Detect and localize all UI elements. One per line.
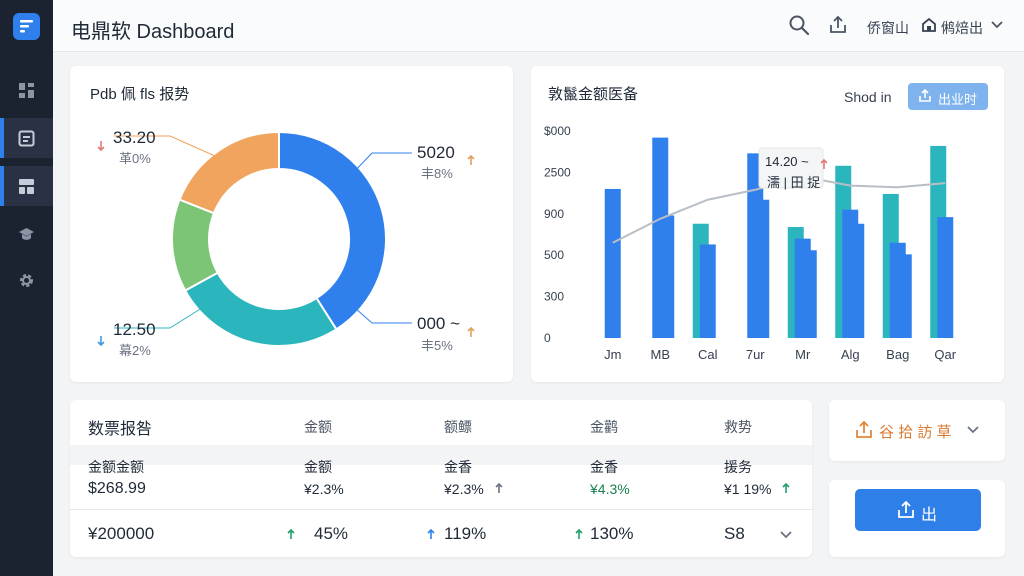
y-tick-label: 500 xyxy=(544,248,564,262)
trend-up-icon xyxy=(575,528,583,539)
table-cell: S8 xyxy=(724,524,745,543)
x-tick-label: Alg xyxy=(841,347,860,362)
logo-icon xyxy=(20,20,33,33)
column-header[interactable]: 金鹳 xyxy=(590,417,618,437)
trend-down-icon xyxy=(97,336,105,347)
dropdown-label[interactable]: 谷 拾 訪 草 xyxy=(879,421,952,442)
x-tick-label: Cal xyxy=(698,347,718,362)
page-title: 电鼎软 Dashboard xyxy=(71,21,235,43)
donut-label-value: 12.50 xyxy=(113,320,156,339)
export-icon xyxy=(856,421,872,438)
trend-up-icon xyxy=(467,326,475,337)
sidebar xyxy=(0,0,53,576)
bar[interactable] xyxy=(604,188,621,338)
chart-tooltip-value: 14.20 ~ xyxy=(765,154,809,169)
table-cell: ¥200000 xyxy=(88,524,155,543)
layout-icon xyxy=(19,179,34,194)
nav-item-dashboard[interactable] xyxy=(0,70,53,110)
trend-up-icon xyxy=(820,158,828,169)
nav-item-documents[interactable] xyxy=(0,118,53,158)
top-header: 电鼎软 Dashboard 侨窗山 鸺焙出 xyxy=(53,0,1024,52)
y-tick-label: $000 xyxy=(544,124,571,138)
donut-slice[interactable] xyxy=(278,130,387,331)
column-header[interactable]: 救势 xyxy=(724,417,752,437)
column-header[interactable]: 额鳔 xyxy=(444,417,472,437)
table-cell: 金香 xyxy=(444,459,472,475)
table-cell: 援务 xyxy=(724,459,752,475)
chart-tooltip-label: 濡 | 田 捉 xyxy=(767,175,821,190)
donut-label-value: 33.20 xyxy=(113,128,156,147)
x-tick-label: Mr xyxy=(795,347,811,362)
table-cell: 金额 xyxy=(304,459,332,475)
app-logo[interactable] xyxy=(13,13,40,40)
table-cell: 金香 xyxy=(590,459,618,475)
donut-label-pct: 幕2% xyxy=(119,343,151,358)
table-divider xyxy=(70,445,812,465)
donut-slice[interactable] xyxy=(171,198,220,292)
nav-item-layout[interactable] xyxy=(0,166,53,206)
bar[interactable] xyxy=(937,217,954,338)
table-cell: ¥2.3% xyxy=(444,481,484,497)
trend-up-icon xyxy=(427,528,435,539)
hat-icon xyxy=(19,228,34,240)
table-cell: 45% xyxy=(314,524,349,543)
bar[interactable] xyxy=(753,199,770,338)
table-cell: 119% xyxy=(444,524,487,543)
user-menu-label[interactable]: 鸺焙出 xyxy=(941,18,983,38)
document-icon xyxy=(18,130,35,147)
home-icon xyxy=(922,17,936,32)
x-tick-label: Jm xyxy=(604,347,621,362)
share-icon[interactable] xyxy=(827,14,849,36)
bar[interactable] xyxy=(658,215,675,338)
data-table-card xyxy=(70,400,812,557)
y-tick-label: 300 xyxy=(544,290,564,304)
action-label: 出 xyxy=(921,507,938,524)
chevron-down-icon[interactable] xyxy=(779,530,793,540)
y-tick-label: 2500 xyxy=(544,165,571,179)
y-tick-label: 900 xyxy=(544,207,564,221)
x-tick-label: Qar xyxy=(934,347,956,362)
donut-slice[interactable] xyxy=(183,271,338,347)
trend-up-icon xyxy=(287,528,295,539)
column-header[interactable]: 金额 xyxy=(304,417,332,437)
grid-icon xyxy=(19,83,34,98)
y-tick-label: 0 xyxy=(544,331,551,345)
chevron-down-icon[interactable] xyxy=(990,20,1004,30)
bar[interactable] xyxy=(895,254,912,338)
search-icon[interactable] xyxy=(788,14,810,36)
x-tick-label: MB xyxy=(651,347,671,362)
donut-label-value: 000 ~ xyxy=(417,314,461,333)
trend-up-icon xyxy=(782,482,790,493)
table-cell: $268.99 xyxy=(88,480,146,497)
table-cell: 130% xyxy=(590,524,634,543)
table-cell: ¥1 19% xyxy=(724,481,772,497)
donut-label-pct: 丰5% xyxy=(421,338,453,353)
primary-action-button[interactable]: 出 xyxy=(855,489,981,531)
trend-down-icon xyxy=(97,141,105,152)
chevron-down-icon[interactable] xyxy=(966,425,980,435)
export-icon xyxy=(898,501,914,518)
bar[interactable] xyxy=(699,244,716,338)
bar[interactable] xyxy=(848,223,865,338)
donut-label-pct: 革0% xyxy=(119,151,151,166)
table-cell: ¥2.3% xyxy=(304,481,344,497)
trend-up-icon xyxy=(495,482,503,493)
donut-label-value: 5020 xyxy=(417,143,455,162)
header-link[interactable]: 侨窗山 xyxy=(867,18,909,38)
gear-icon xyxy=(20,274,33,287)
table-title: 数票报咎 xyxy=(88,421,153,438)
donut-slice[interactable] xyxy=(178,130,280,215)
row-divider xyxy=(70,509,812,510)
nav-item-settings[interactable] xyxy=(0,260,53,300)
table-cell: 金额金额 xyxy=(88,459,144,475)
x-tick-label: Bag xyxy=(886,347,909,362)
donut-label-pct: 丰8% xyxy=(421,166,453,181)
trend-up-icon xyxy=(467,154,475,165)
bar-chart: $000 2500 900 500 300 0 Jm MB Cal 7ur Mr Alg Bag Qar xyxy=(544,124,957,362)
table-cell: ¥4.3% xyxy=(590,481,630,497)
x-tick-label: 7ur xyxy=(746,347,765,362)
bar[interactable] xyxy=(800,250,817,338)
nav-item-education[interactable] xyxy=(0,214,53,254)
